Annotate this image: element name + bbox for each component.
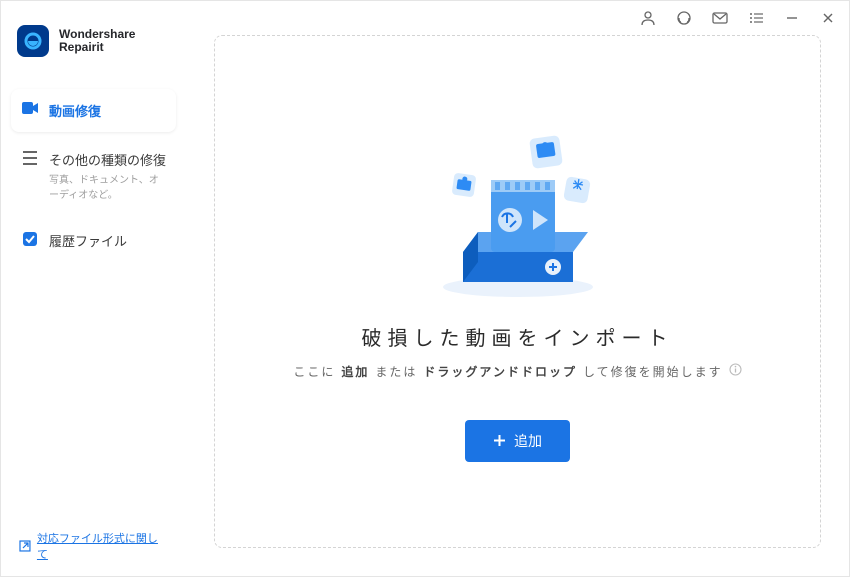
close-icon[interactable] (817, 7, 839, 29)
box-illustration (413, 122, 623, 302)
info-icon[interactable] (729, 363, 742, 379)
app-logo: Wondershare Repairit (1, 1, 186, 81)
mail-icon[interactable] (709, 7, 731, 29)
logo-icon (17, 25, 49, 57)
app-container: Wondershare Repairit 動画修復 その他の種類の修復 写真、ド… (1, 1, 849, 576)
content: 破損した動画をインポート ここに追加またはドラッグアンドドロップして修復を開始し… (186, 35, 849, 576)
import-description: ここに追加またはドラッグアンドドロップして修復を開始します (293, 363, 741, 380)
plus-icon (493, 434, 506, 447)
menu-icon[interactable] (745, 7, 767, 29)
nav-label: 動画修復 (49, 101, 101, 120)
import-heading: 破損した動画をインポート (362, 322, 674, 351)
add-button-label: 追加 (514, 431, 542, 451)
minimize-icon[interactable] (781, 7, 803, 29)
sidebar: Wondershare Repairit 動画修復 その他の種類の修復 写真、ド… (1, 1, 186, 576)
sidebar-item-other-repair[interactable]: その他の種類の修復 写真、ドキュメント、オーディオなど。 (11, 138, 176, 213)
user-icon[interactable] (637, 7, 659, 29)
nav-label: 履歴ファイル (49, 231, 127, 250)
support-icon[interactable] (673, 7, 695, 29)
check-icon (21, 232, 39, 246)
nav: 動画修復 その他の種類の修復 写真、ドキュメント、オーディオなど。 履歴ファイル (1, 81, 186, 516)
supported-formats-link[interactable]: 対応ファイル形式に関して (1, 516, 186, 576)
footer-link-label: 対応ファイル形式に関して (37, 530, 168, 562)
sidebar-item-video-repair[interactable]: 動画修復 (11, 89, 176, 132)
import-dropzone[interactable]: 破損した動画をインポート ここに追加またはドラッグアンドドロップして修復を開始し… (214, 35, 821, 548)
logo-text: Wondershare Repairit (59, 28, 135, 54)
nav-sublabel: 写真、ドキュメント、オーディオなど。 (49, 171, 166, 201)
video-icon (21, 102, 39, 114)
add-button[interactable]: 追加 (465, 420, 570, 462)
nav-label: その他の種類の修復 (49, 150, 166, 169)
external-link-icon (19, 540, 31, 552)
grid-icon (21, 151, 39, 165)
sidebar-item-history[interactable]: 履歴ファイル (11, 219, 176, 262)
main: 破損した動画をインポート ここに追加またはドラッグアンドドロップして修復を開始し… (186, 1, 849, 576)
window-toolbar (186, 1, 849, 35)
